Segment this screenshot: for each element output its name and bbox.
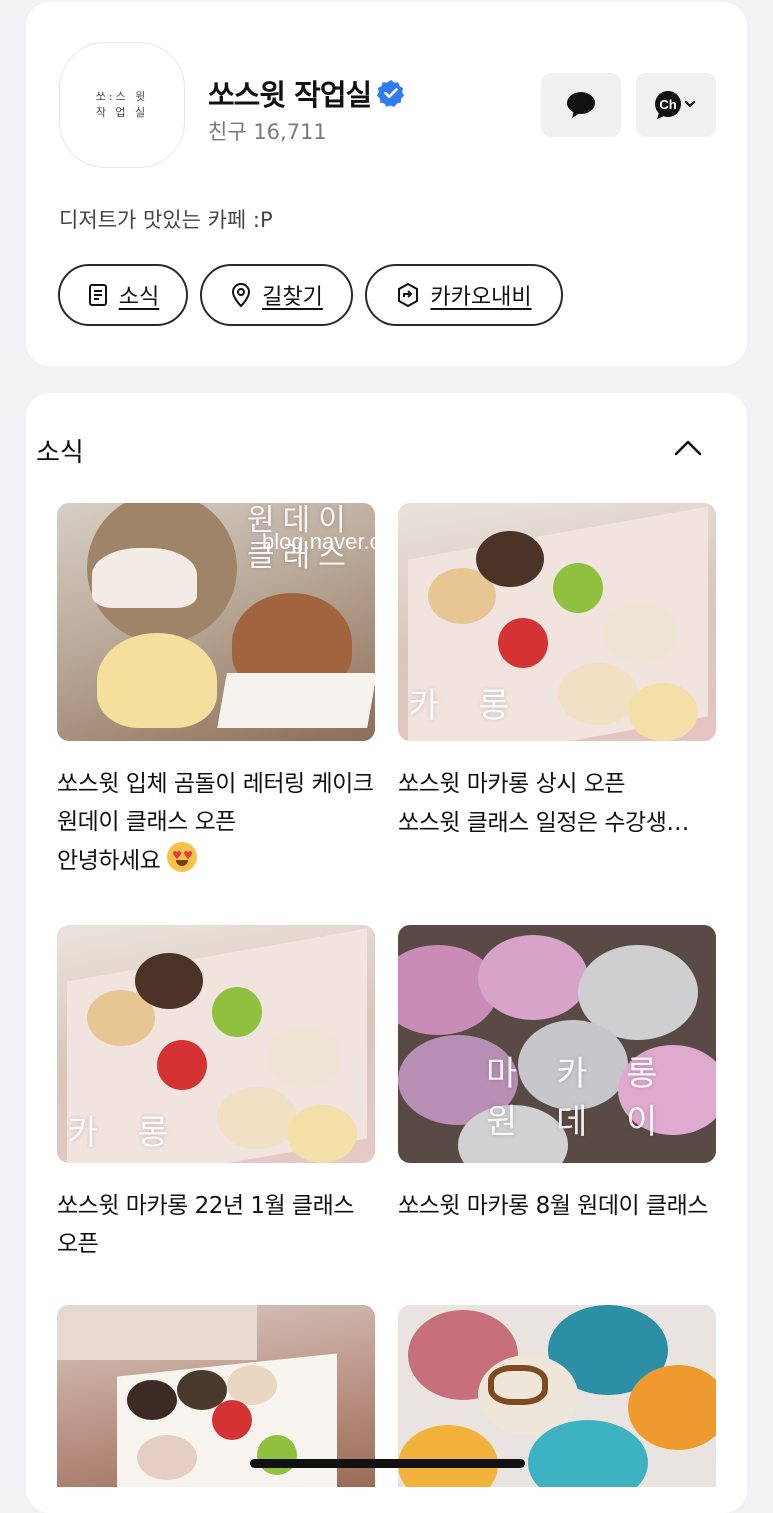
avatar-text-line2: 작 업 실 — [95, 106, 149, 119]
kakaonavi-button-label: 카카오내비 — [430, 285, 532, 310]
channel-description: 디저트가 맛있는 카페 :P — [59, 208, 273, 232]
kakaonavi-icon — [398, 282, 419, 308]
news-icon — [88, 284, 107, 306]
location-pin-icon — [232, 283, 251, 308]
post-title: 쏘스윗 입체 곰돌이 레터링 케이크 원데이 클래스 오픈 — [57, 771, 374, 835]
post-thumbnail[interactable]: 원데이클래스 blog.naver.com/sulji_ — [57, 503, 375, 741]
avatar-text-line1: 쏘:스 윗 — [95, 90, 149, 103]
watermark-text: blog.naver.com/sulji_ — [262, 529, 375, 554]
home-indicator[interactable] — [250, 1459, 525, 1468]
chat-button[interactable] — [541, 73, 621, 137]
kakaonavi-button[interactable]: 카카오내비 — [365, 264, 563, 326]
directions-button-label: 길찾기 — [262, 285, 323, 310]
directions-button[interactable]: 길찾기 — [200, 264, 353, 326]
chevron-up-icon[interactable] — [672, 434, 704, 462]
post-thumbnail[interactable]: 카 롱 — [57, 925, 375, 1163]
heart-eyes-emoji-icon: ♥ ♥ — [167, 842, 198, 872]
friend-count: 친구 16,711 — [208, 120, 327, 144]
verified-badge-icon — [377, 79, 405, 107]
news-post[interactable]: 원데이클래스 blog.naver.com/sulji_ 쏘스윗 입체 곰돌이 … — [57, 503, 375, 881]
news-button[interactable]: 소식 — [58, 264, 188, 326]
thumbnail-overlay-text: 카 롱 — [67, 1113, 183, 1153]
post-thumbnail[interactable]: 카 롱 — [398, 503, 716, 741]
channel-button[interactable]: Ch — [636, 73, 716, 137]
post-thumbnail[interactable]: 마 카 롱원 데 이 — [398, 925, 716, 1163]
post-subtitle: 안녕하세요 ♥ ♥ — [57, 841, 375, 881]
news-post[interactable]: 카 롱 쏘스윗 마카롱 22년 1월 클래스 오픈 — [57, 925, 375, 1263]
channel-icon: Ch — [655, 91, 696, 119]
svg-text:Ch: Ch — [659, 97, 676, 112]
channel-name[interactable]: 쏘스윗 작업실 — [208, 72, 372, 114]
news-button-label: 소식 — [118, 285, 160, 310]
thumbnail-overlay-text: 카 롱 — [408, 686, 524, 726]
post-subtitle: 쏘스윗 클래스 일정은 수강생… — [398, 810, 689, 836]
post-title: 쏘스윗 마카롱 상시 오픈 — [398, 771, 626, 797]
news-section-title: 소식 — [36, 438, 84, 468]
news-post[interactable]: 카 롱 쏘스윗 마카롱 상시 오픈 쏘스윗 클래스 일정은 수강생… — [398, 503, 716, 843]
news-post[interactable]: 마 카 롱원 데 이 쏘스윗 마카롱 8월 원데이 클래스 — [398, 925, 716, 1225]
chat-icon — [567, 92, 595, 118]
channel-name-row: 쏘스윗 작업실 — [208, 72, 405, 114]
profile-card: 쏘:스 윗 작 업 실 쏘스윗 작업실 친구 16,711 Ch 디저트가 맛있… — [26, 2, 747, 366]
post-subtitle-text: 안녕하세요 — [57, 848, 161, 874]
avatar[interactable]: 쏘:스 윗 작 업 실 — [59, 42, 185, 168]
post-title: 쏘스윗 마카롱 8월 원데이 클래스 — [398, 1193, 708, 1219]
post-title: 쏘스윗 마카롱 22년 1월 클래스 오픈 — [57, 1193, 354, 1257]
